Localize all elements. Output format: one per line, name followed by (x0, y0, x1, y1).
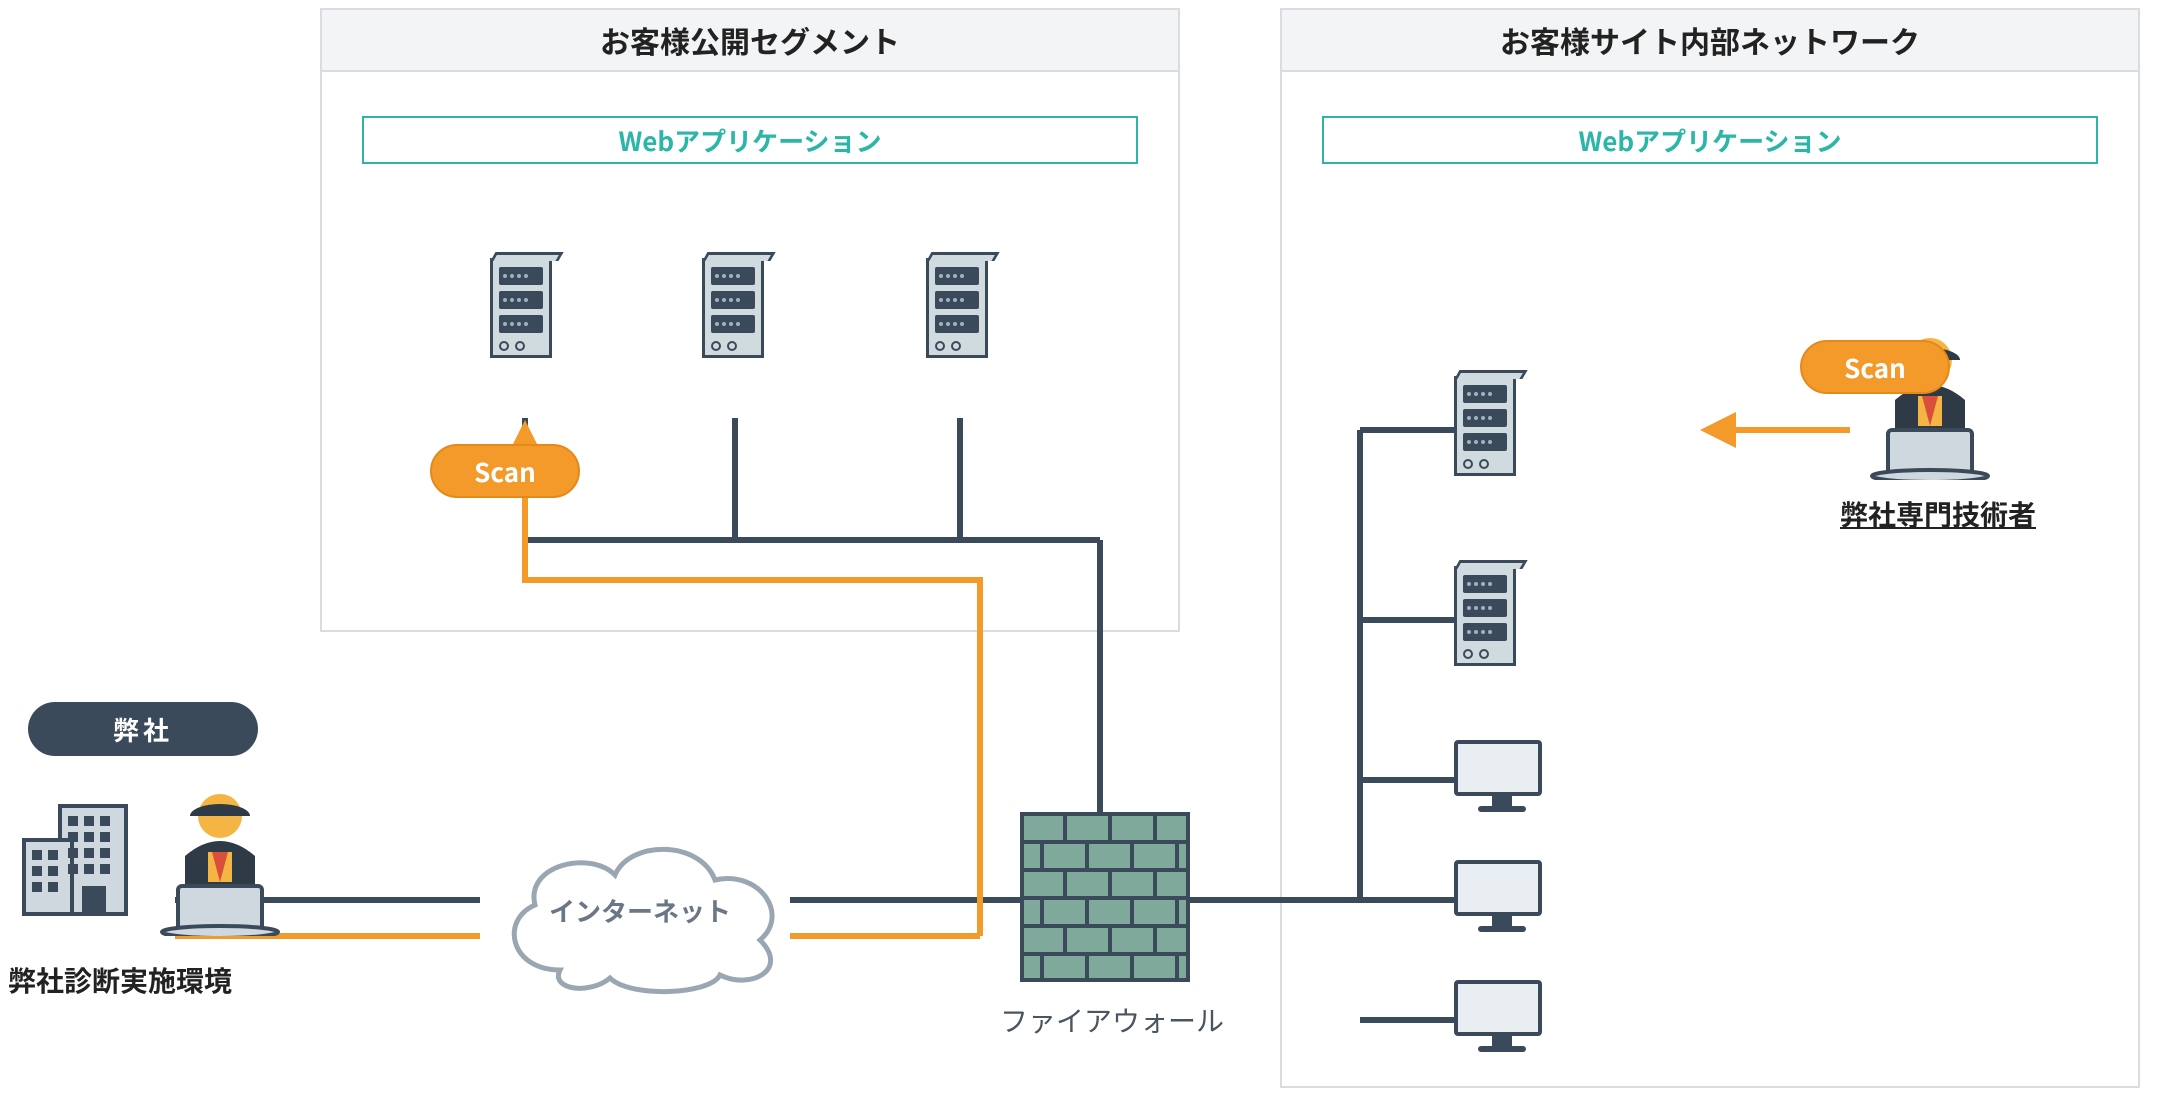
company-pill-label: 弊社 (113, 711, 173, 748)
public-segment-header: お客様公開セグメント (320, 8, 1180, 72)
engineer-icon-company (150, 786, 290, 936)
internal-webapp-label: Webアプリケーション (1578, 122, 1841, 159)
internet-label: インターネット (549, 892, 731, 929)
internal-network-title: お客様サイト内部ネットワーク (1500, 18, 1920, 62)
engineer-label: 弊社専門技術者 (1840, 494, 2036, 534)
company-building-icon (16, 800, 136, 920)
client-pc-icon-2 (1454, 860, 1550, 942)
internet-cloud: インターネット (480, 820, 800, 1000)
company-pill: 弊社 (28, 702, 258, 756)
scan-badge-public-label: Scan (474, 453, 536, 490)
internal-network-body (1280, 72, 2140, 1088)
internal-webapp-header: Webアプリケーション (1322, 116, 2098, 164)
scan-badge-internal: Scan (1800, 340, 1950, 394)
client-pc-icon-1 (1454, 740, 1550, 822)
scan-badge-public: Scan (430, 444, 580, 498)
internal-db-server-icon (1454, 560, 1526, 670)
internal-web-server-icon (1454, 370, 1526, 480)
dns-server-icon (702, 252, 774, 362)
public-webapp-header: Webアプリケーション (362, 116, 1138, 164)
public-webapp-label: Webアプリケーション (618, 122, 881, 159)
web-server-icon (490, 252, 562, 362)
internal-network-header: お客様サイト内部ネットワーク (1280, 8, 2140, 72)
firewall-icon (1020, 812, 1190, 982)
scan-badge-internal-label: Scan (1844, 349, 1906, 386)
company-env-label: 弊社診断実施環境 (8, 960, 232, 1000)
client-pc-icon-3 (1454, 980, 1550, 1062)
firewall-label: ファイアウォール (1000, 1000, 1224, 1040)
smtp-server-icon (926, 252, 998, 362)
public-segment-title: お客様公開セグメント (600, 18, 900, 62)
